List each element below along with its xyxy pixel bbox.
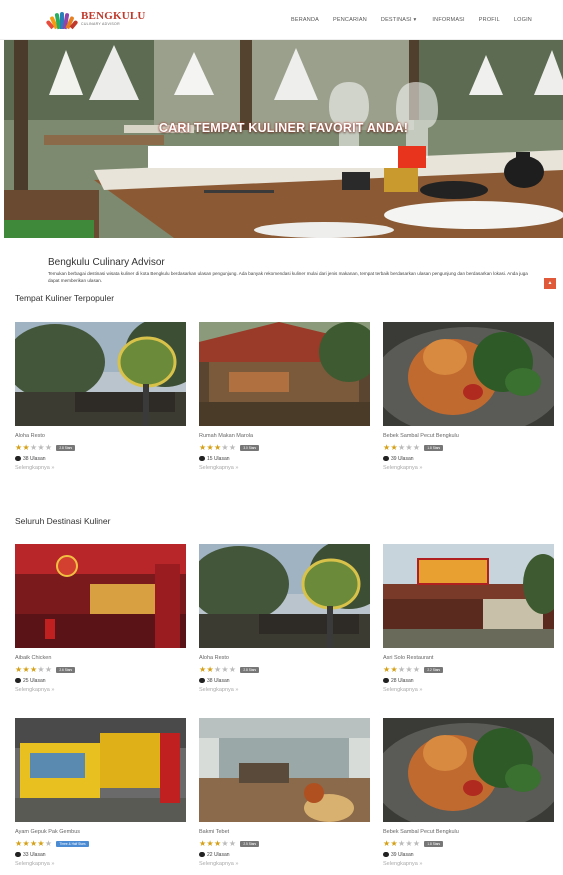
section-title-all: Seluruh Destinasi Kuliner — [15, 516, 111, 526]
rating-badge: 2.5 Stars — [240, 841, 260, 847]
hero-background-image — [4, 40, 563, 238]
comment-icon — [15, 678, 21, 683]
comment-icon — [15, 852, 21, 857]
restaurant-photo[interactable] — [383, 322, 554, 426]
nav-profil[interactable]: PROFIL — [479, 17, 500, 23]
intro-title: Bengkulu Culinary Advisor — [48, 257, 165, 268]
read-more-link[interactable]: Selengkapnya » — [383, 861, 554, 867]
nav-login[interactable]: LOGIN — [514, 17, 532, 23]
read-more-link[interactable]: Selengkapnya » — [383, 687, 554, 693]
restaurant-card[interactable]: Rumah Makan Marola ★★★★★ 3.0 Stars 15 Ul… — [199, 322, 370, 471]
star-rating: ★★★★★ — [15, 443, 53, 452]
restaurant-card[interactable]: Aloha Resto ★★★★★ 2.8 Stars 38 Ulasan Se… — [15, 322, 186, 471]
nav-informasi[interactable]: INFORMASI — [432, 17, 464, 23]
rating-badge: 2.8 Stars — [56, 445, 76, 451]
restaurant-name[interactable]: Bebek Sambal Pecut Bengkulu — [383, 829, 554, 836]
restaurant-photo[interactable] — [383, 718, 554, 822]
comment-icon — [199, 852, 205, 857]
rating-badge: 1.8 Stars — [424, 841, 444, 847]
read-more-link[interactable]: Selengkapnya » — [199, 861, 370, 867]
scroll-top-button[interactable]: ▲ — [544, 278, 556, 289]
comment-icon — [383, 852, 389, 857]
star-rating: ★★★★★ — [199, 665, 237, 674]
rating-badge: 3.0 Stars — [240, 445, 260, 451]
restaurant-name[interactable]: Asri Solo Restaurant — [383, 655, 554, 662]
restaurant-card[interactable]: Bebek Sambal Pecut Bengkulu ★★★★★ 1.8 St… — [383, 322, 554, 471]
restaurant-name[interactable]: Aibaik Chicken — [15, 655, 186, 662]
logo[interactable]: BENGKULU CULINARY ADVISOR — [45, 9, 146, 30]
nav-destinasi[interactable]: DESTINASI ▾ — [381, 17, 417, 23]
read-more-link[interactable]: Selengkapnya » — [15, 861, 186, 867]
star-rating: ★★★★★ — [199, 443, 237, 452]
read-more-link[interactable]: Selengkapnya » — [199, 465, 370, 471]
chevron-up-icon: ▲ — [547, 280, 553, 286]
star-rating: ★★★★★ — [199, 839, 237, 848]
search-input[interactable] — [148, 146, 398, 168]
restaurant-photo[interactable] — [199, 544, 370, 648]
restaurant-photo[interactable] — [15, 322, 186, 426]
star-rating: ★★★★★ — [383, 839, 421, 848]
rating-badge: Three & Half Stars — [56, 841, 89, 847]
main-nav: BERANDA PENCARIAN DESTINASI ▾ INFORMASI … — [291, 17, 532, 23]
restaurant-name[interactable]: Bebek Sambal Pecut Bengkulu — [383, 433, 554, 440]
review-count: 22 Ulasan — [207, 851, 230, 858]
rating-badge: 2.8 Stars — [240, 667, 260, 673]
search-button[interactable] — [398, 146, 426, 168]
review-count: 28 Ulasan — [391, 677, 414, 684]
section-title-popular: Tempat Kuliner Terpopuler — [15, 293, 115, 303]
restaurant-card[interactable]: Asri Solo Restaurant ★★★★★ 2.2 Stars 28 … — [383, 544, 554, 693]
restaurant-card[interactable]: Aloha Resto ★★★★★ 2.8 Stars 38 Ulasan Se… — [199, 544, 370, 693]
restaurant-card[interactable]: Bakmi Tebet ★★★★★ 2.5 Stars 22 Ulasan Se… — [199, 718, 370, 867]
review-count: 38 Ulasan — [23, 455, 46, 462]
logo-fan-icon — [45, 9, 79, 30]
restaurant-name[interactable]: Aloha Resto — [199, 655, 370, 662]
logo-title: BENGKULU — [81, 10, 146, 23]
restaurant-photo[interactable] — [199, 718, 370, 822]
restaurant-photo[interactable] — [15, 544, 186, 648]
restaurant-card[interactable]: Bebek Sambal Pecut Bengkulu ★★★★★ 1.8 St… — [383, 718, 554, 867]
restaurant-photo[interactable] — [199, 322, 370, 426]
restaurant-name[interactable]: Rumah Makan Marola — [199, 433, 370, 440]
restaurant-card[interactable]: Aibaik Chicken ★★★★★ 2.6 Stars 25 Ulasan… — [15, 544, 186, 693]
star-rating: ★★★★★ — [15, 839, 53, 848]
star-rating: ★★★★★ — [15, 665, 53, 674]
restaurant-name[interactable]: Ayam Gepuk Pak Gembus — [15, 829, 186, 836]
nav-beranda[interactable]: BERANDA — [291, 17, 319, 23]
restaurant-photo[interactable] — [383, 544, 554, 648]
hero-title: CARI TEMPAT KULINER FAVORIT ANDA! — [158, 121, 409, 135]
read-more-link[interactable]: Selengkapnya » — [199, 687, 370, 693]
hero-banner: CARI TEMPAT KULINER FAVORIT ANDA! — [4, 40, 563, 238]
rating-badge: 1.8 Stars — [424, 445, 444, 451]
review-count: 39 Ulasan — [391, 851, 414, 858]
read-more-link[interactable]: Selengkapnya » — [15, 687, 186, 693]
review-count: 39 Ulasan — [391, 455, 414, 462]
restaurant-name[interactable]: Bakmi Tebet — [199, 829, 370, 836]
restaurant-card[interactable]: Ayam Gepuk Pak Gembus ★★★★★ Three & Half… — [15, 718, 186, 867]
comment-icon — [383, 456, 389, 461]
navbar: BENGKULU CULINARY ADVISOR BERANDA PENCAR… — [0, 0, 563, 40]
star-rating: ★★★★★ — [383, 665, 421, 674]
read-more-link[interactable]: Selengkapnya » — [15, 465, 186, 471]
review-count: 38 Ulasan — [207, 677, 230, 684]
read-more-link[interactable]: Selengkapnya » — [383, 465, 554, 471]
comment-icon — [199, 678, 205, 683]
review-count: 25 Ulasan — [23, 677, 46, 684]
star-rating: ★★★★★ — [383, 443, 421, 452]
rating-badge: 2.6 Stars — [56, 667, 76, 673]
review-count: 33 Ulasan — [23, 851, 46, 858]
nav-pencarian[interactable]: PENCARIAN — [333, 17, 367, 23]
comment-icon — [199, 456, 205, 461]
logo-subtitle: CULINARY ADVISOR — [81, 22, 120, 27]
restaurant-name[interactable]: Aloha Resto — [15, 433, 186, 440]
comment-icon — [15, 456, 21, 461]
restaurant-photo[interactable] — [15, 718, 186, 822]
rating-badge: 2.2 Stars — [424, 667, 444, 673]
comment-icon — [383, 678, 389, 683]
intro-text: Temukan berbagai destinasi wisata kuline… — [48, 271, 528, 283]
review-count: 15 Ulasan — [207, 455, 230, 462]
